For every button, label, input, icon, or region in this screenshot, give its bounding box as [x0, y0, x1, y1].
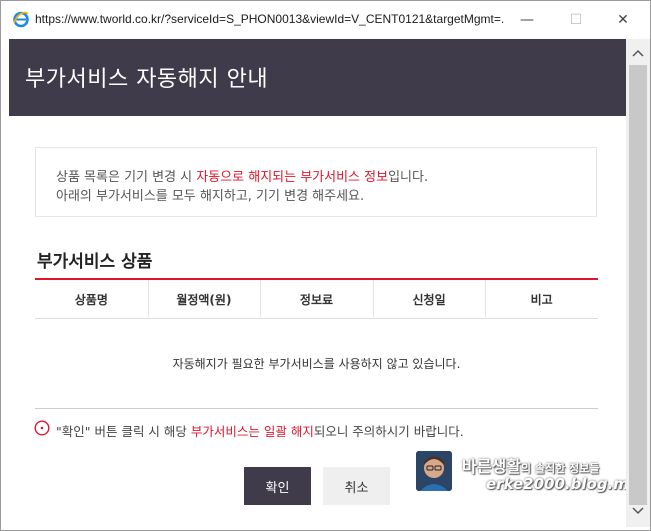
- watermark-line-1-small: 의 솔직한 정보들: [520, 462, 600, 475]
- alert-circle-icon: [34, 420, 50, 436]
- notice-line-1: 상품 목록은 기기 변경 시 자동으로 해지되는 부가서비스 정보입니다.: [56, 166, 428, 185]
- column-header-remarks: 비고: [485, 280, 598, 318]
- column-header-apply-date: 신청일: [372, 280, 486, 318]
- ie-icon: [13, 11, 29, 28]
- browser-window: https://www.tworld.co.kr/?serviceId=S_PH…: [0, 0, 651, 531]
- avatar: [416, 451, 452, 491]
- column-header-info-fee: 정보료: [260, 280, 373, 318]
- section-title: 부가서비스 상품: [37, 252, 153, 272]
- notice-line-1-prefix: 상품 목록은 기기 변경 시: [56, 170, 197, 185]
- notice-box: 상품 목록은 기기 변경 시 자동으로 해지되는 부가서비스 정보입니다. 아래…: [35, 147, 597, 217]
- chevron-down-icon[interactable]: [626, 501, 650, 521]
- watermark-line-1-main: 바른생활: [462, 457, 521, 476]
- minimize-button[interactable]: —: [513, 7, 541, 33]
- warning-prefix: "확인" 버튼 클릭 시 해당: [56, 424, 191, 439]
- warning-highlight: 부가서비스는 일괄 해지: [190, 424, 314, 439]
- table-header-row: 상품명 월정액(원) 정보료 신청일 비고: [35, 280, 598, 319]
- title-bar: https://www.tworld.co.kr/?serviceId=S_PH…: [1, 1, 650, 39]
- confirm-button[interactable]: 확인: [244, 467, 311, 505]
- close-window-button[interactable]: ✕: [609, 7, 637, 33]
- notice-highlight: 자동으로 해지되는 부가서비스 정보: [196, 170, 389, 185]
- cancel-button[interactable]: 취소: [323, 467, 390, 505]
- column-header-product: 상품명: [74, 292, 108, 307]
- page-viewport: 부가서비스 자동해지 안내 상품 목록은 기기 변경 시 자동으로 해지되는 부…: [9, 39, 626, 527]
- chevron-up-icon[interactable]: [626, 43, 650, 63]
- maximize-button[interactable]: ☐: [562, 7, 590, 33]
- scrollbar-thumb[interactable]: [629, 65, 647, 505]
- vertical-scrollbar[interactable]: [626, 39, 650, 527]
- notice-line-2: 아래의 부가서비스를 모두 해지하고, 기기 변경 해주세요.: [56, 189, 365, 204]
- table-empty-message: 자동해지가 필요한 부가서비스를 사용하지 않고 있습니다.: [172, 357, 461, 371]
- watermark-line-1: 바른생활의 솔직한 정보들: [462, 453, 599, 477]
- warning-text: "확인" 버튼 클릭 시 해당 부가서비스는 일괄 해지되오니 주의하시기 바랍…: [56, 421, 464, 440]
- modal-title: 부가서비스 자동해지 안내: [25, 67, 269, 92]
- table-bottom-border: [35, 408, 598, 409]
- watermark-line-2: erke2000.blog.me: [486, 475, 626, 493]
- notice-line-1-suffix: 입니다.: [388, 170, 429, 185]
- blog-watermark: 바른생활의 솔직한 정보들 erke2000.blog.me: [416, 451, 626, 507]
- url-text: https://www.tworld.co.kr/?serviceId=S_PH…: [35, 12, 505, 26]
- modal-header: 부가서비스 자동해지 안내: [9, 39, 626, 116]
- warning-suffix: 되오니 주의하시기 바랍니다.: [313, 424, 464, 439]
- column-header-monthly-fee: 월정액(원): [147, 280, 261, 318]
